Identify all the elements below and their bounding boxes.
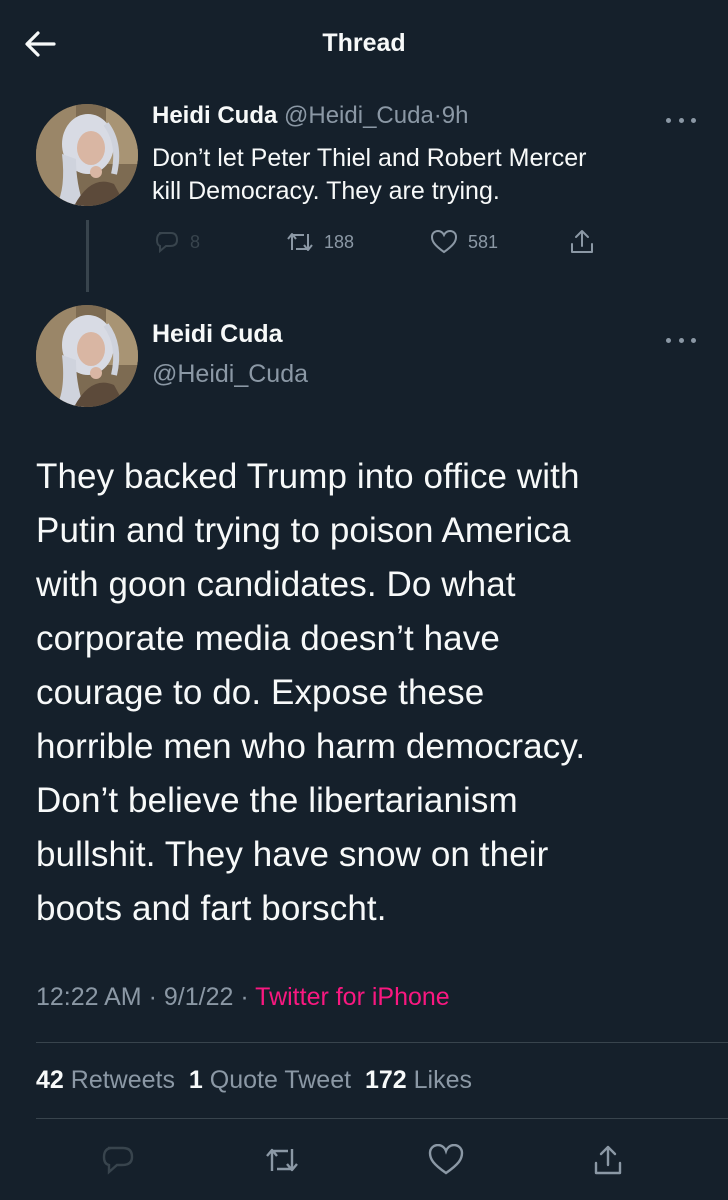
divider [36, 1118, 728, 1119]
main-tweet-line: corporate media doesn’t have [36, 619, 500, 658]
tweet-time[interactable]: 9h [442, 102, 469, 129]
thread-screen: Thread Heidi Cuda @Heidi_Cuda·9h Don’t l… [0, 0, 728, 1200]
share-button[interactable] [568, 228, 606, 256]
share-button[interactable] [588, 1140, 628, 1180]
like-button[interactable] [426, 1140, 466, 1180]
tweet-meta: 12:22 AM · 9/1/22 · Twitter for iPhone [36, 983, 450, 1012]
retweet-total: 42 [36, 1066, 64, 1094]
top-bar: Thread [0, 0, 728, 88]
main-tweet-line: horrible men who harm democracy. [36, 727, 586, 766]
retweet-icon [266, 1148, 298, 1172]
meta-separator: · [433, 102, 442, 129]
quote-stat[interactable]: 1 Quote Tweet [189, 1066, 351, 1094]
share-icon [571, 230, 593, 253]
main-tweet-line: boots and fart borscht. [36, 889, 387, 928]
reply-count: 8 [190, 231, 201, 252]
author-name[interactable]: Heidi Cuda [152, 102, 277, 129]
retweet-label: Retweets [70, 1066, 175, 1094]
author-handle[interactable]: @Heidi_Cuda [284, 102, 434, 129]
reply-icon [102, 1146, 134, 1175]
avatar-photo [36, 305, 138, 407]
main-tweet-line: They backed Trump into office with [36, 457, 580, 496]
retweet-button[interactable] [262, 1140, 302, 1180]
author-name[interactable]: Heidi Cuda [152, 320, 283, 349]
source-link[interactable]: Twitter for iPhone [255, 983, 450, 1011]
retweet-count: 188 [324, 231, 355, 252]
parent-tweet-text[interactable]: Don’t let Peter Thiel and Robert Mercer … [152, 142, 702, 208]
likes-stat[interactable]: 172 Likes [365, 1066, 472, 1094]
heart-icon [430, 230, 458, 254]
more-options-icon[interactable] [666, 330, 696, 350]
heart-icon [428, 1144, 464, 1175]
reply-icon [155, 232, 179, 254]
avatar[interactable] [36, 305, 138, 407]
parent-tweet-line: kill Democracy. They are trying. [152, 177, 500, 205]
thread-connector-line [86, 220, 89, 292]
parent-tweet-line: Don’t let Peter Thiel and Robert Mercer [152, 144, 587, 172]
quote-total: 1 [188, 1066, 203, 1094]
divider [36, 1042, 728, 1043]
meta-separator: · [148, 983, 157, 1011]
engagement-stats: 42 Retweets 1 Quote Tweet 172 Likes [36, 1066, 472, 1095]
like-label: Likes [413, 1066, 472, 1094]
share-icon [594, 1145, 622, 1175]
like-button[interactable]: 581 [430, 230, 498, 254]
author-handle[interactable]: @Heidi_Cuda [152, 360, 308, 389]
main-tweet-line: courage to do. Expose these [36, 673, 485, 712]
avatar-photo [36, 104, 138, 206]
tweet-time[interactable]: 12:22 AM [36, 983, 142, 1011]
retweet-icon [287, 233, 313, 251]
avatar[interactable] [36, 104, 138, 206]
main-tweet-text[interactable]: They backed Trump into office with Putin … [36, 450, 716, 936]
retweet-button[interactable]: 188 [286, 230, 354, 254]
tweet-date[interactable]: 9/1/22 [164, 983, 234, 1011]
like-total: 172 [364, 1066, 407, 1094]
like-count: 581 [468, 231, 499, 252]
more-options-icon[interactable] [666, 110, 696, 130]
parent-tweet-header: Heidi Cuda @Heidi_Cuda·9h [152, 102, 469, 130]
reply-button[interactable]: 8 [154, 230, 200, 254]
main-tweet-line: with goon candidates. Do what [36, 565, 516, 604]
quote-label: Quote Tweet [209, 1066, 352, 1094]
meta-separator: · [240, 983, 249, 1011]
retweets-stat[interactable]: 42 Retweets [36, 1066, 175, 1094]
main-tweet-line: Putin and trying to poison America [36, 511, 571, 550]
main-tweet-line: bullshit. They have snow on their [36, 835, 549, 874]
main-tweet-line: Don’t believe the libertarianism [36, 781, 518, 820]
page-title: Thread [322, 29, 406, 57]
reply-button[interactable] [98, 1140, 138, 1180]
